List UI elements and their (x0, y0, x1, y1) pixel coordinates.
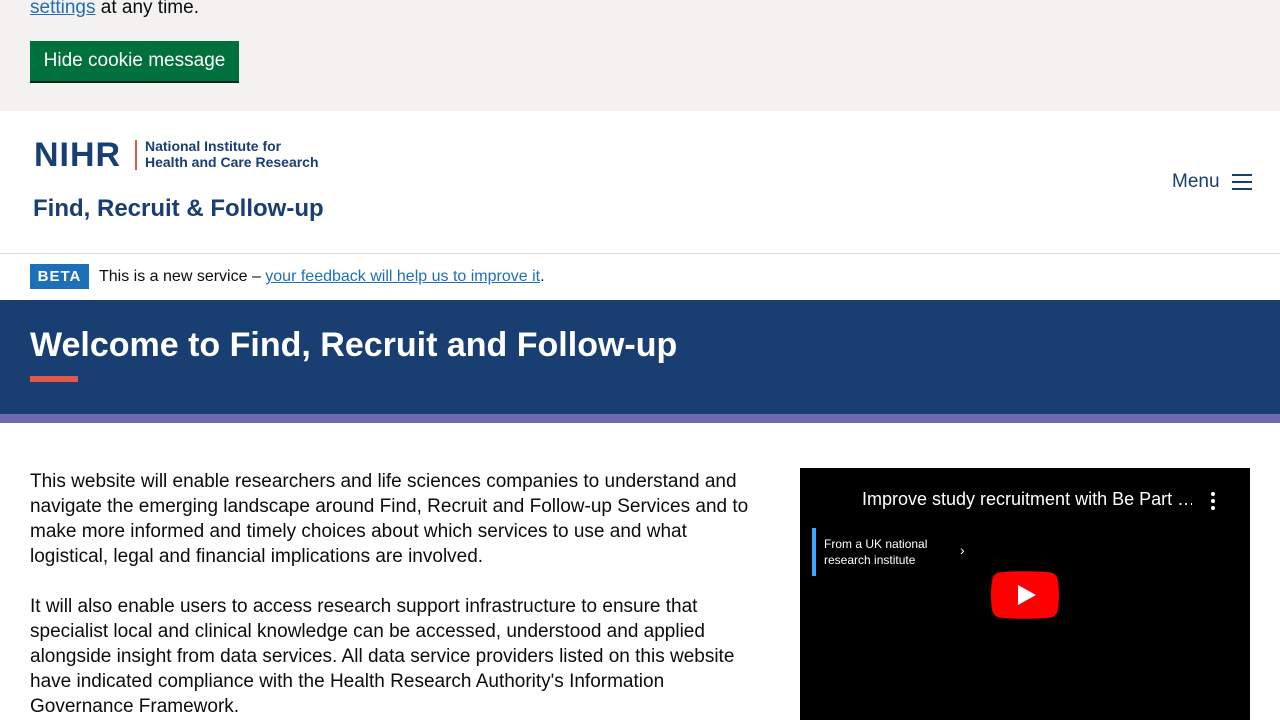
page-title: Welcome to Find, Recruit and Follow-up (30, 326, 678, 364)
logo-line-2: Health and Care Research (145, 154, 319, 170)
info-panel[interactable]: From a UK national research institute › (812, 528, 972, 576)
beta-message: This is a new service – your feedback wi… (99, 266, 545, 288)
service-name[interactable]: Find, Recruit & Follow-up (33, 195, 324, 223)
video-embed[interactable]: Improve study recruitment with Be Part …… (800, 468, 1250, 720)
hide-cookie-message-button[interactable]: Hide cookie message (30, 41, 239, 81)
cookie-banner: settings at any time. Hide cookie messag… (0, 0, 1280, 111)
site-header: NIHR National Institute for Health and C… (0, 111, 1280, 254)
intro-paragraph-1: This website will enable researchers and… (30, 471, 749, 567)
title-underline (30, 376, 78, 382)
menu-label: Menu (1172, 171, 1220, 192)
beta-tag: BETA (30, 264, 89, 289)
logo-divider (135, 140, 137, 170)
beta-banner: BETA This is a new service – your feedba… (0, 254, 1280, 300)
cookie-message-text: at any time. (95, 0, 199, 18)
logo-mark: NIHR (34, 136, 122, 174)
logo-line-1: National Institute for (145, 138, 282, 154)
beta-suffix: . (540, 268, 545, 285)
info-panel-text: From a UK national research institute (824, 537, 928, 567)
feedback-link[interactable]: your feedback will help us to improve it (265, 268, 540, 285)
intro-paragraph-2: It will also enable users to access rese… (30, 596, 735, 717)
hamburger-icon (1231, 174, 1252, 190)
logo-text: National Institute for Health and Care R… (145, 138, 319, 170)
hero-banner: Welcome to Find, Recruit and Follow-up (0, 300, 1280, 414)
menu-button[interactable]: Menu (1172, 171, 1252, 193)
cookie-settings-link[interactable]: settings (30, 0, 95, 18)
youtube-play-icon[interactable] (991, 571, 1059, 619)
cookie-message: settings at any time. (30, 0, 199, 20)
video-title[interactable]: Improve study recruitment with Be Part … (862, 489, 1192, 510)
chevron-right-icon: › (960, 542, 965, 558)
hero-stripe (0, 414, 1280, 423)
kebab-menu-icon[interactable] (1211, 492, 1215, 510)
beta-text: This is a new service – (99, 268, 266, 285)
